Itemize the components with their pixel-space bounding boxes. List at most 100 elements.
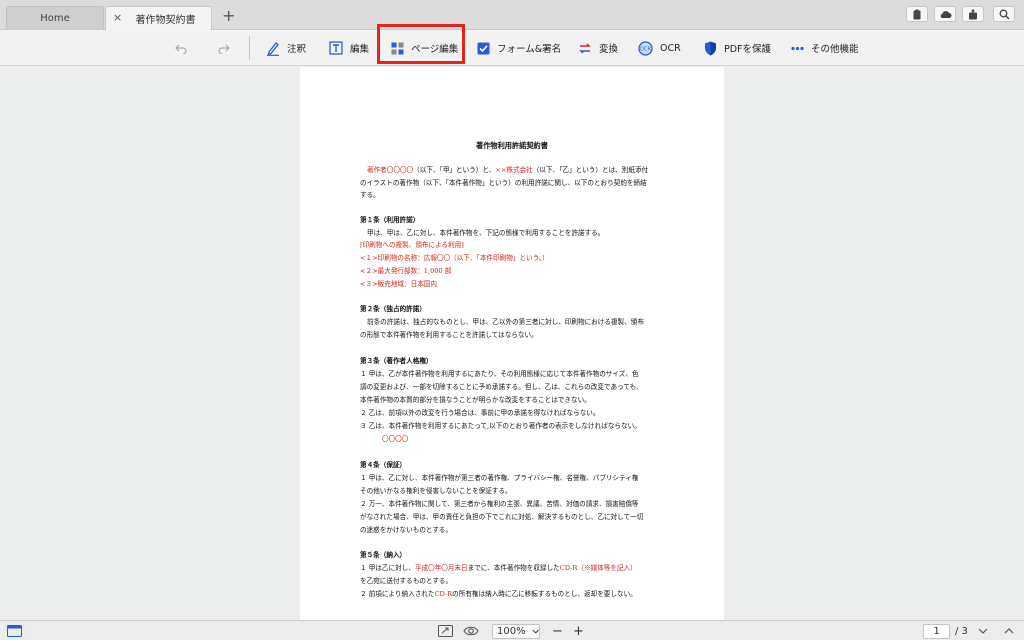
more-dots-icon — [791, 46, 804, 50]
undo-icon — [175, 44, 187, 54]
svg-text:OCR: OCR — [640, 46, 651, 52]
tab-home[interactable]: Home — [6, 6, 104, 30]
main-toolbar: 注釈 編集 ページ編集 フォーム&署名 変換 OCR OCR PDFを保護 その — [0, 30, 1024, 66]
sidebar-toggle-button[interactable] — [7, 621, 22, 640]
article-5-heading: 第５条（納入） — [360, 551, 407, 559]
article-4-heading: 第４条（保証） — [360, 461, 407, 469]
edit-button[interactable]: 編集 — [329, 30, 369, 66]
convert-icon — [579, 42, 591, 54]
zoom-in-button[interactable]: + — [573, 621, 584, 640]
article-5-text: ２ 前項により納入された — [360, 590, 435, 598]
article-2-line: 前条の許諾は、独占的なものとし、甲は、乙以外の第三者に対し、印刷物における複製、… — [367, 318, 644, 326]
page-total: / 3 — [955, 625, 968, 637]
chevron-down-icon — [532, 629, 539, 634]
zoom-value: 100% — [497, 626, 526, 637]
article-3-line: １ 甲は、乙が本件著作物を利用するにあたり、その利用態様に応じて本件著作物のサイ… — [360, 370, 639, 378]
article-5-line: ２ 前項により納入されたCD-Rの所有権は納入時に乙に移転するものとし、返却を要… — [360, 590, 637, 599]
company-name: ××株式会社 — [495, 166, 533, 174]
article-5-text: の所有権は納入時に乙に移転するものとし、返却を要しない。 — [452, 590, 637, 598]
search-button[interactable] — [993, 6, 1015, 22]
zoom-out-button[interactable]: − — [552, 621, 563, 640]
sidebar-panel-icon — [7, 625, 22, 637]
cloud-button[interactable] — [934, 6, 956, 22]
more-features-button[interactable]: その他機能 — [791, 30, 859, 66]
close-tab-icon[interactable]: × — [113, 11, 122, 24]
intro-text: （以下、「甲」という）と、 — [413, 166, 496, 174]
comment-button[interactable]: 注釈 — [266, 30, 306, 66]
next-page-button[interactable] — [978, 621, 988, 640]
share-button[interactable] — [962, 6, 984, 22]
cloud-icon — [940, 10, 951, 18]
document-title: 著作物利用許諾契約書 — [476, 141, 548, 150]
highlight-box — [377, 24, 465, 64]
redo-icon — [218, 44, 230, 54]
article-2-line: の形態で本件著作物を利用することを許諾してはならない。 — [360, 331, 538, 339]
form-sign-label: フォーム&署名 — [497, 44, 562, 55]
article-1-heading: 第１条（利用許諾） — [360, 216, 420, 224]
article-5-text: １ 甲は乙に対し、 — [360, 564, 415, 572]
intro-line-2: のイラストの著作物（以下、「本件著作物」という）の利用許諾に関し、以下のとおり契… — [360, 179, 647, 187]
share-icon — [969, 8, 977, 19]
article-2-heading: 第２条（独占的許諾） — [360, 305, 426, 313]
article-5-text: までに、本件著作物を収録した — [467, 564, 560, 572]
more-features-label: その他機能 — [811, 44, 859, 55]
clipboard-button[interactable] — [906, 6, 928, 22]
protect-pdf-button[interactable]: PDFを保護 — [704, 30, 771, 66]
article-3-line: ３ 乙は、本件著作物を利用するにあたって,以下のとおり著作者の表示をしなければな… — [360, 422, 641, 430]
redo-button[interactable] — [217, 30, 230, 66]
ocr-button[interactable]: OCR OCR — [638, 30, 681, 66]
previous-page-button[interactable] — [1004, 621, 1014, 640]
intro-line-3: する。 — [360, 191, 380, 199]
fit-page-button[interactable] — [438, 621, 453, 640]
fit-page-icon — [438, 625, 453, 637]
app-window: Home × 著作物契約書 + 注釈 編集 ページ編集 フォーム&署名 変換 O… — [0, 0, 1024, 640]
undo-button[interactable] — [175, 30, 188, 66]
eye-icon — [463, 626, 479, 636]
chevron-down-icon — [978, 628, 988, 634]
delivery-medium: CD-R — [434, 590, 453, 598]
convert-label: 変換 — [599, 44, 619, 55]
form-sign-button[interactable]: フォーム&署名 — [477, 30, 561, 66]
author-display-name: 〇〇〇〇 — [382, 435, 409, 443]
read-mode-button[interactable] — [463, 621, 479, 640]
delivery-medium: CD-R（※媒体等を記入） — [559, 564, 637, 572]
convert-button[interactable]: 変換 — [578, 30, 618, 66]
chevron-up-icon — [1004, 628, 1014, 634]
ocr-label: OCR — [660, 42, 681, 54]
tab-document-label: 著作物契約書 — [135, 15, 196, 26]
intro-text: （以下、「乙」という）とは、別紙添付 — [532, 166, 649, 174]
tab-home-label: Home — [40, 13, 70, 24]
comment-label: 注釈 — [287, 44, 307, 55]
search-icon — [999, 9, 1009, 19]
article-4-line: がなされた場合、甲は、甲の責任と負担の下でこれに対処、解決するものとし、乙に対し… — [360, 513, 644, 521]
protect-pdf-label: PDFを保護 — [724, 44, 772, 55]
article-5-line: １ 甲は乙に対し、平成〇年〇月末日までに、本件著作物を収録したCD-R（※媒体等… — [360, 564, 637, 573]
toolbar-divider — [249, 36, 250, 60]
article-1-line: <３>販売地域：日本国内 — [360, 280, 437, 288]
tab-document[interactable]: × 著作物契約書 — [105, 6, 212, 30]
edit-text-icon — [329, 41, 343, 55]
edit-label: 編集 — [350, 44, 370, 55]
add-tab-button[interactable]: + — [222, 6, 235, 26]
article-1-line: <２>最大発行部数：1,000 部 — [360, 267, 452, 275]
article-4-line: の迷惑をかけないものとする。 — [360, 526, 453, 534]
tab-bar: Home × 著作物契約書 + — [0, 0, 1024, 30]
article-4-line: ２ 万一、本件著作物に関して、第三者から権利の主張、異議、苦情、対価の請求、損害… — [360, 500, 639, 508]
zoom-select[interactable]: 100% — [492, 624, 540, 639]
article-1-line: <１>印刷物の名称：広報〇〇（以下、「本件印刷物」という。） — [360, 254, 549, 262]
article-5-line: を乙宛に送付するものとする。 — [360, 577, 453, 585]
shield-icon — [705, 41, 716, 55]
article-4-line: １ 甲は、乙に対し、本件著作物が第三者の著作権、プライバシー権、名誉権、パブリシ… — [360, 474, 639, 482]
status-bar: 100% − + 1 / 3 — [0, 620, 1024, 640]
article-3-line: ２ 乙は、前項以外の改変を行う場合は、事前に甲の承諾を得なければならない。 — [360, 409, 600, 417]
intro-line-1: 著作者〇〇〇〇（以下、「甲」という）と、××株式会社（以下、「乙」という）とは、… — [367, 166, 648, 175]
pen-icon — [267, 41, 279, 56]
document-page: 著作物利用許諾契約書 著作者〇〇〇〇（以下、「甲」という）と、××株式会社（以下… — [300, 67, 724, 620]
article-1-line: 甲は、甲は、乙に対し、本件著作物を、下記の態様で利用することを許諾する。 — [367, 229, 605, 237]
checkbox-icon — [477, 42, 490, 54]
page-number-input[interactable]: 1 — [923, 624, 950, 639]
clipboard-icon — [913, 9, 921, 19]
author-name: 著作者〇〇〇〇 — [367, 166, 414, 174]
article-1-line: [印刷物への複製、頒布による利用] — [360, 241, 464, 249]
delivery-date: 平成〇年〇月末日 — [414, 564, 468, 572]
